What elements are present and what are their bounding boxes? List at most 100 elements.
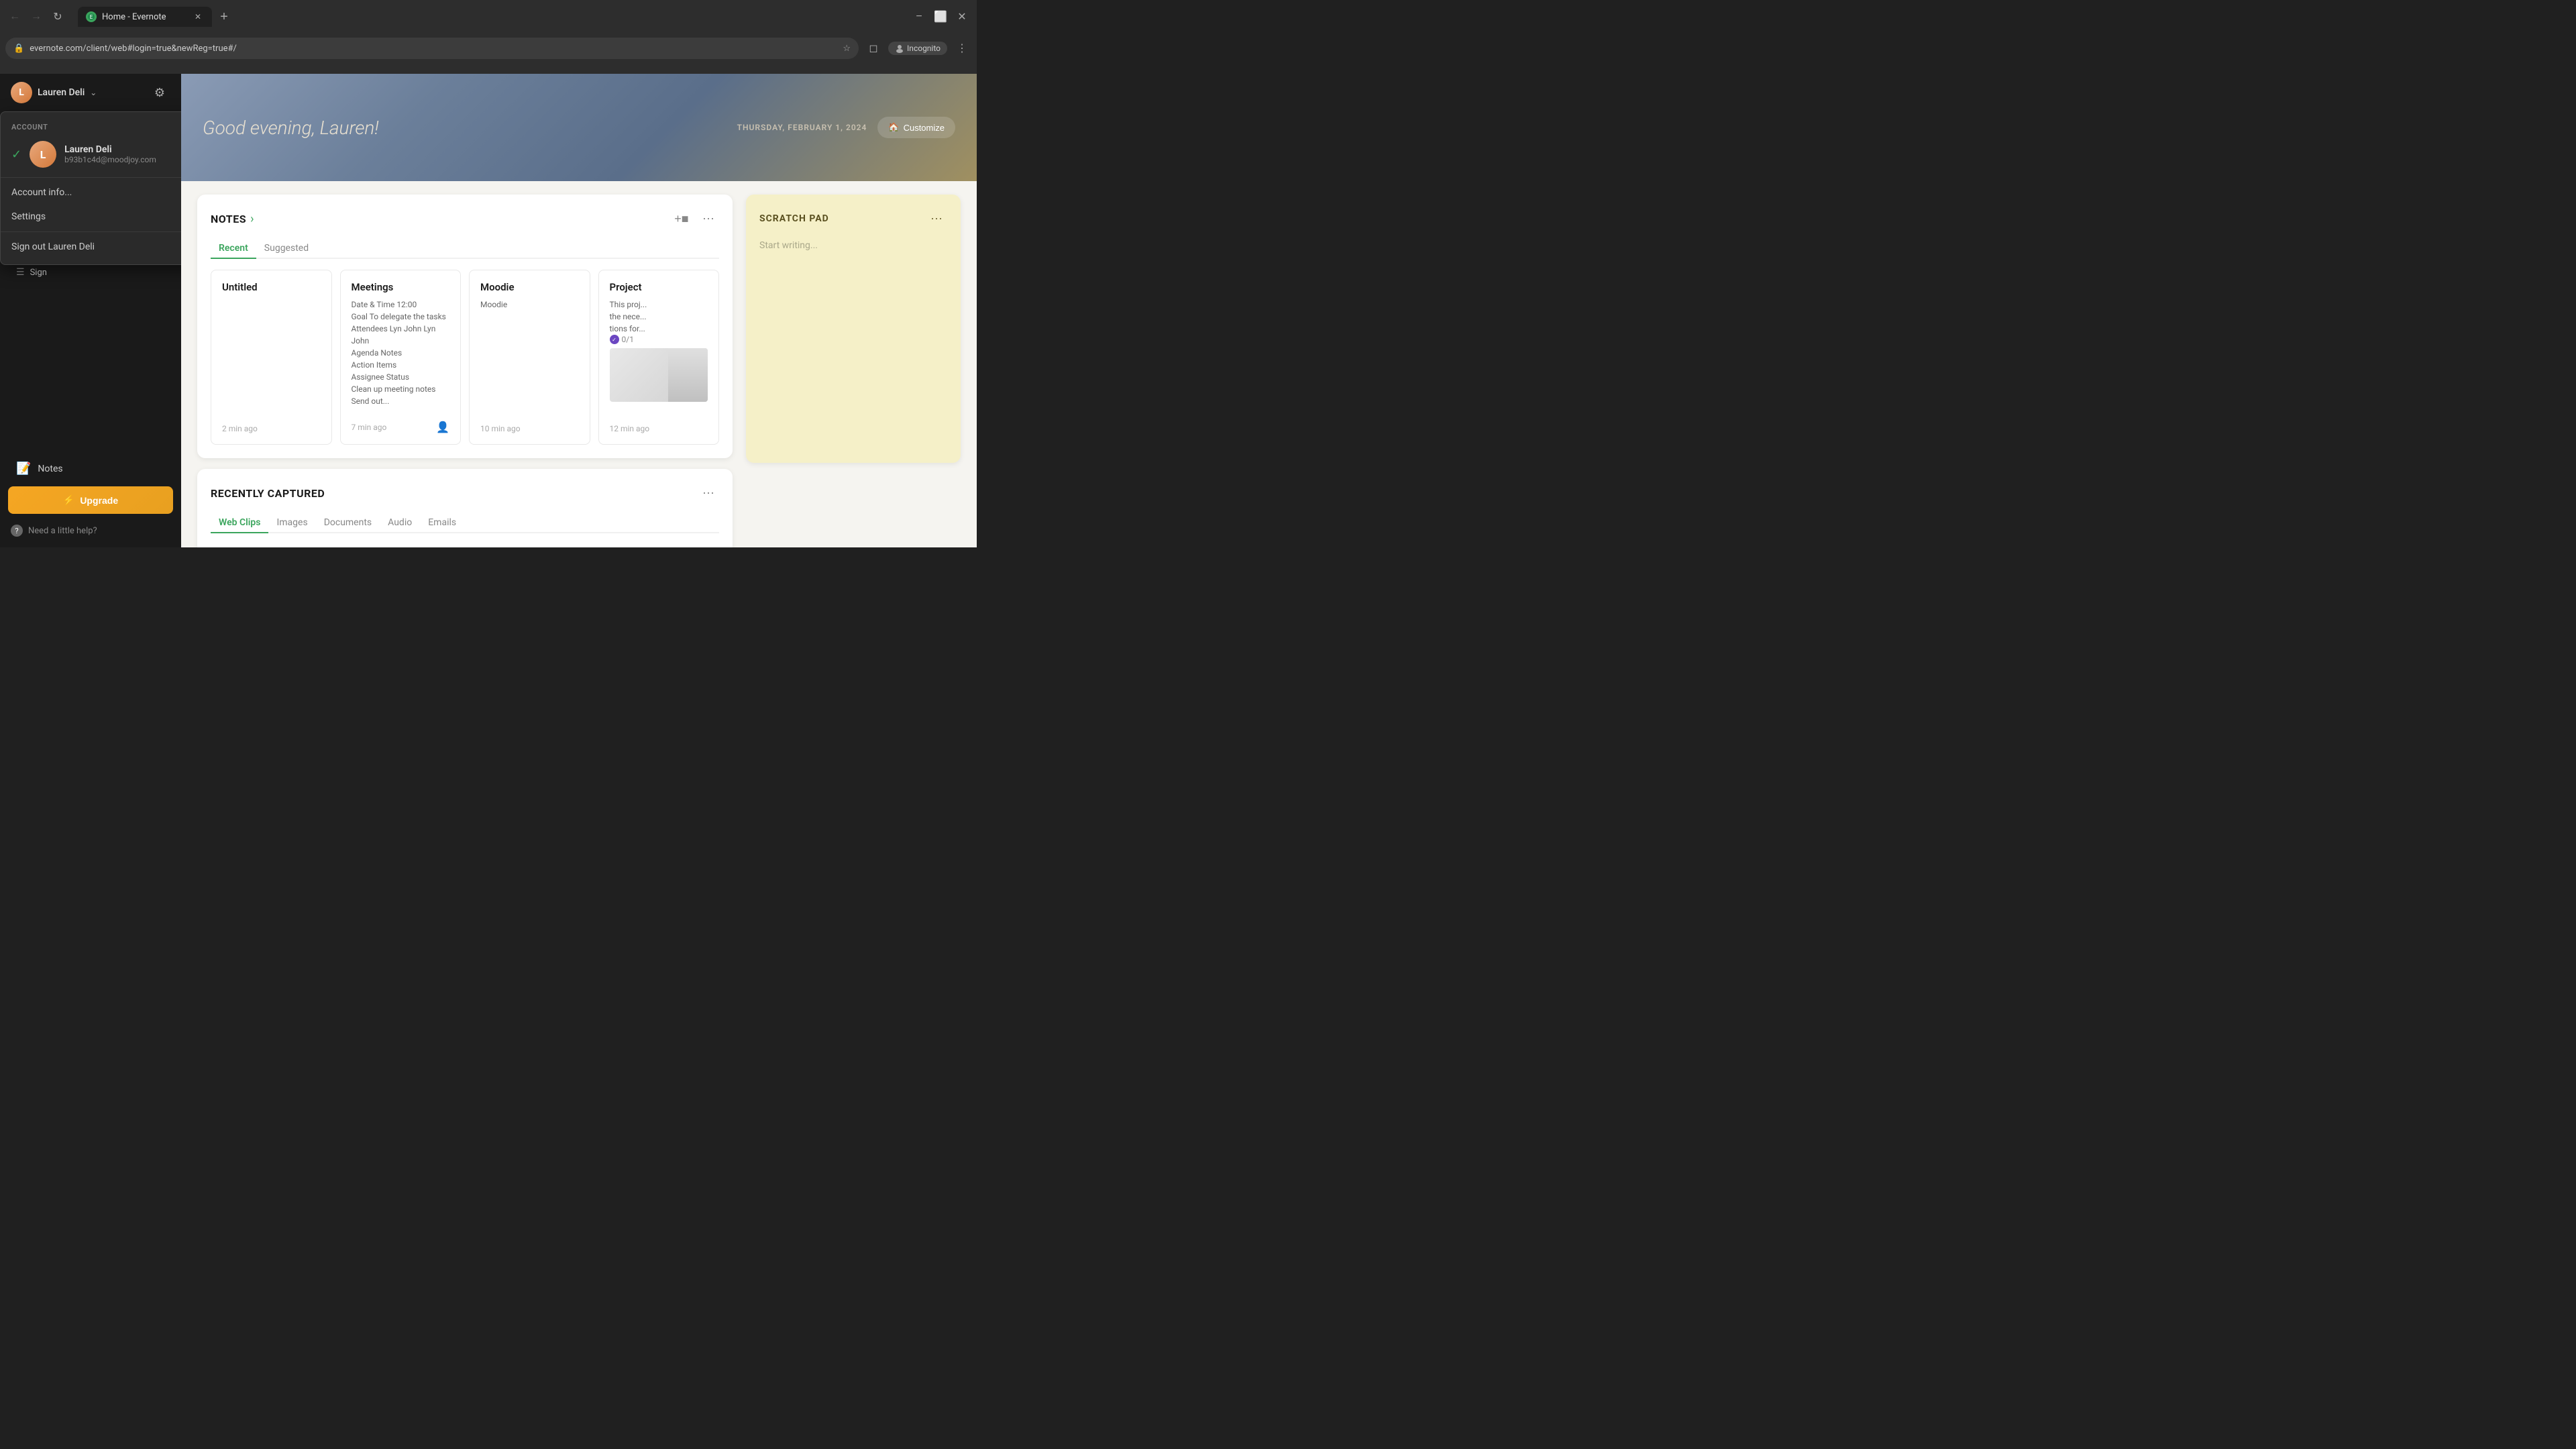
note-title-moodie: Moodie xyxy=(480,281,579,293)
scratch-pad-header: SCRATCH PAD ⋯ xyxy=(759,208,947,229)
note-footer-project: 12 min ago xyxy=(610,419,708,433)
notes-title-row: NOTES › xyxy=(211,212,254,226)
settings-button[interactable]: ⚙ xyxy=(149,82,170,103)
captured-card-header: RECENTLY CAPTURED ⋯ xyxy=(211,482,719,504)
tab-close-button[interactable]: ✕ xyxy=(192,11,204,23)
dropdown-user-name: Lauren Deli xyxy=(64,144,156,155)
note-card-meetings[interactable]: Meetings Date & Time 12:00Goal To delega… xyxy=(340,270,462,445)
tab-documents[interactable]: Documents xyxy=(316,513,380,533)
star-icon: ☆ xyxy=(843,44,851,54)
dropdown-divider-2 xyxy=(1,231,181,232)
sidebar-bottom: 📝 Notes ⚡ Upgrade ? Need a little help? xyxy=(0,450,181,547)
maximize-button[interactable]: ⬜ xyxy=(931,7,950,26)
help-row[interactable]: ? Need a little help? xyxy=(0,519,181,542)
active-tab[interactable]: E Home - Evernote ✕ xyxy=(78,7,212,27)
recent-note-sign-label: Sign xyxy=(30,268,47,278)
tab-audio[interactable]: Audio xyxy=(380,513,420,533)
tab-bar: E Home - Evernote ✕ + xyxy=(72,7,239,27)
close-window-button[interactable]: ✕ xyxy=(953,7,971,26)
tab-title: Home - Evernote xyxy=(102,12,186,22)
date-display: THURSDAY, FEBRUARY 1, 2024 xyxy=(737,123,867,132)
note-card-project[interactable]: Project This proj...the nece...tions for… xyxy=(598,270,720,445)
account-info-item[interactable]: Account info... xyxy=(1,180,181,205)
tab-images[interactable]: Images xyxy=(268,513,315,533)
notes-tabs: Recent Suggested xyxy=(211,239,719,259)
hero-greeting: Good evening, Lauren! xyxy=(203,117,378,139)
sign-out-item[interactable]: Sign out Lauren Deli xyxy=(1,235,181,259)
back-button[interactable]: ← xyxy=(5,7,24,26)
notes-add-button[interactable]: +■ xyxy=(671,208,692,229)
settings-item[interactable]: Settings xyxy=(1,205,181,229)
incognito-icon xyxy=(895,44,904,53)
app-layout: L Lauren Deli ⌄ ⚙ ACCOUNT ✓ L Lauren Del… xyxy=(0,74,977,547)
extensions-button[interactable]: ◻ xyxy=(864,39,883,58)
avatar: L xyxy=(11,82,32,103)
notes-grid: Untitled 2 min ago Meetings Date & Time … xyxy=(211,270,719,445)
sidebar: L Lauren Deli ⌄ ⚙ ACCOUNT ✓ L Lauren Del… xyxy=(0,74,181,547)
note-image-project xyxy=(610,348,708,402)
window-controls: − ⬜ ✕ xyxy=(910,7,971,26)
scratch-pad-more-button[interactable]: ⋯ xyxy=(926,208,947,229)
captured-widget-title: RECENTLY CAPTURED xyxy=(211,487,325,500)
recent-note-sign[interactable]: ☰ Sign xyxy=(0,264,181,281)
note-progress-project: ✓ 0/1 xyxy=(610,335,708,344)
address-bar[interactable]: 🔒 evernote.com/client/web#login=true&new… xyxy=(5,38,859,59)
minimize-button[interactable]: − xyxy=(910,7,928,26)
menu-button[interactable]: ⋮ xyxy=(953,39,971,58)
tab-emails[interactable]: Emails xyxy=(420,513,464,533)
note-preview-meetings: Date & Time 12:00Goal To delegate the ta… xyxy=(352,299,450,407)
scratch-pad-placeholder[interactable]: Start writing... xyxy=(759,240,947,251)
address-bar-row: 🔒 evernote.com/client/web#login=true&new… xyxy=(0,34,977,63)
tab-web-clips[interactable]: Web Clips xyxy=(211,513,268,533)
hero-banner: Good evening, Lauren! THURSDAY, FEBRUARY… xyxy=(181,74,977,181)
sidebar-header: L Lauren Deli ⌄ ⚙ xyxy=(0,74,181,111)
user-name-label: Lauren Deli xyxy=(38,87,85,98)
upgrade-icon: ⚡ xyxy=(63,494,74,506)
account-dropdown-menu: ACCOUNT ✓ L Lauren Deli b93b1c4d@moodjoy… xyxy=(0,111,181,265)
help-label: Need a little help? xyxy=(28,526,97,536)
notes-widget-title: NOTES xyxy=(211,213,246,225)
note-time-project: 12 min ago xyxy=(610,424,650,433)
scratch-pad-title: SCRATCH PAD xyxy=(759,213,829,224)
note-card-untitled[interactable]: Untitled 2 min ago xyxy=(211,270,332,445)
lock-icon: 🔒 xyxy=(13,44,24,54)
customize-button[interactable]: 🏠 Customize xyxy=(877,117,955,138)
forward-button[interactable]: → xyxy=(27,7,46,26)
tab-suggested[interactable]: Suggested xyxy=(256,239,317,259)
sidebar-nav-notes[interactable]: 📝 Notes xyxy=(5,456,176,481)
incognito-badge: Incognito xyxy=(888,42,947,55)
content-area: NOTES › +■ ⋯ Recent Suggested xyxy=(181,181,977,547)
tab-recent[interactable]: Recent xyxy=(211,239,256,259)
help-icon: ? xyxy=(11,525,23,537)
note-time-meetings: 7 min ago xyxy=(352,423,387,432)
note-card-moodie[interactable]: Moodie Moodie 10 min ago xyxy=(469,270,590,445)
notes-card: NOTES › +■ ⋯ Recent Suggested xyxy=(197,195,733,458)
notes-nav-icon: 📝 xyxy=(16,462,31,476)
shared-icon-meetings: 👤 xyxy=(436,421,449,433)
notes-nav-label: Notes xyxy=(38,464,62,474)
note-footer-meetings: 7 min ago 👤 xyxy=(352,415,450,433)
progress-label: 0/1 xyxy=(622,335,634,344)
svg-text:E: E xyxy=(90,14,93,20)
captured-more-button[interactable]: ⋯ xyxy=(698,482,719,504)
user-info[interactable]: L Lauren Deli ⌄ xyxy=(11,82,97,103)
notes-title-arrow-icon[interactable]: › xyxy=(250,212,254,226)
note-preview-project: This proj...the nece...tions for... xyxy=(610,299,708,335)
new-tab-button[interactable]: + xyxy=(215,7,233,26)
upgrade-button[interactable]: ⚡ Upgrade xyxy=(8,486,173,514)
scratch-pad-card: SCRATCH PAD ⋯ Start writing... xyxy=(746,195,961,463)
browser-titlebar: ← → ↻ E Home - Evernote ✕ + − ⬜ ✕ xyxy=(0,0,977,34)
note-title-untitled: Untitled xyxy=(222,281,321,293)
note-footer-moodie: 10 min ago xyxy=(480,419,579,433)
reload-button[interactable]: ↻ xyxy=(48,7,67,26)
notes-more-button[interactable]: ⋯ xyxy=(698,208,719,229)
browser-icons: ◻ Incognito ⋮ xyxy=(864,39,971,58)
note-time-untitled: 2 min ago xyxy=(222,424,258,433)
progress-circle-icon: ✓ xyxy=(610,335,619,344)
main-content: Good evening, Lauren! THURSDAY, FEBRUARY… xyxy=(181,74,977,547)
url-text: evernote.com/client/web#login=true&newRe… xyxy=(30,44,837,54)
dropdown-avatar: L xyxy=(30,141,56,168)
dropdown-user-email: b93b1c4d@moodjoy.com xyxy=(64,155,156,164)
note-preview-moodie: Moodie xyxy=(480,299,579,311)
browser-chrome: ← → ↻ E Home - Evernote ✕ + − ⬜ ✕ 🔒 ever… xyxy=(0,0,977,74)
